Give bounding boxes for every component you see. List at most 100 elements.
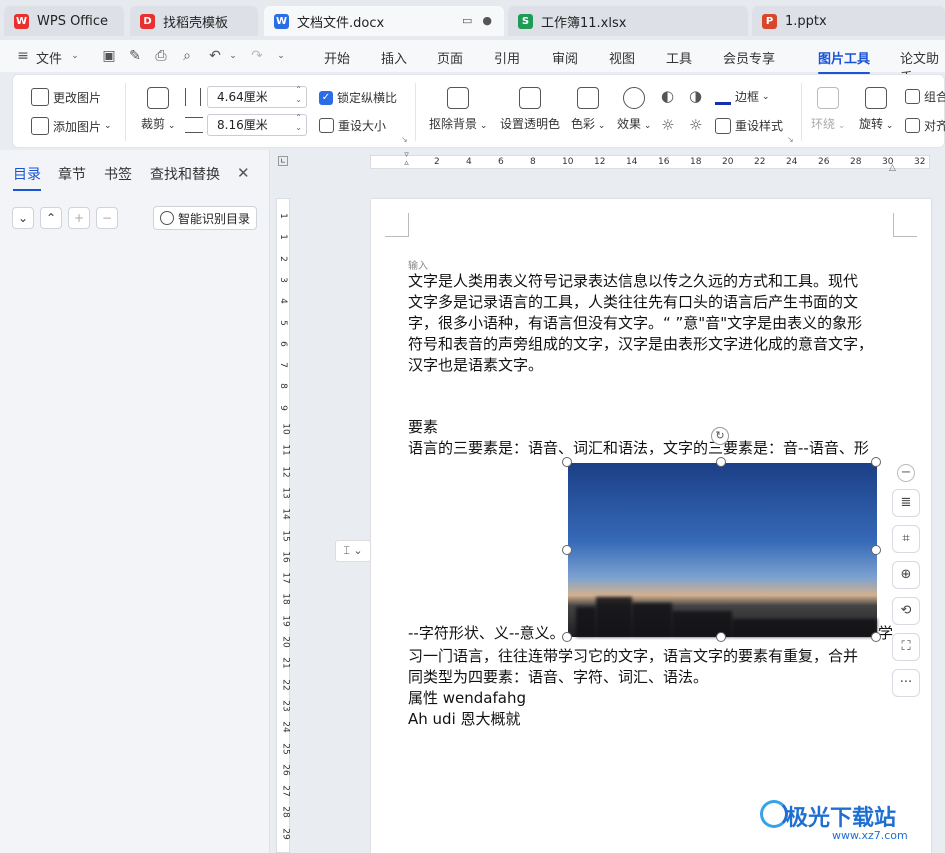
tab-docer[interactable]: D 找稻壳模板 xyxy=(130,6,258,36)
contrast-icon[interactable]: ◑ xyxy=(689,87,702,105)
menu-home[interactable]: 开始 xyxy=(324,48,350,67)
right-indent-marker-icon[interactable]: △ xyxy=(889,163,896,173)
document-page[interactable]: 输入 文字是人类用表义符号记录表达信息以传之久远的方式和工具。现代 文字多是记录… xyxy=(371,199,931,853)
more-dropdown-icon[interactable]: ⌄ xyxy=(272,47,290,65)
smart-toc-button[interactable]: 智能识别目录 xyxy=(153,206,257,230)
spreadsheet-icon: S xyxy=(518,13,533,29)
menu-insert[interactable]: 插入 xyxy=(381,48,407,67)
close-icon[interactable]: ✕ xyxy=(237,164,250,182)
undo-icon[interactable]: ↶ xyxy=(206,47,224,65)
tab-sections[interactable]: 章节 xyxy=(58,164,86,184)
save-icon[interactable]: ▣ xyxy=(100,47,118,65)
fit-icon[interactable]: ⛶ xyxy=(892,633,920,661)
format-painter-icon[interactable]: ✎ xyxy=(126,47,144,65)
unsaved-dot-icon[interactable]: ● xyxy=(482,14,492,27)
body-line[interactable]: 汉字也是语素文字。 xyxy=(408,355,543,376)
attribute-line[interactable]: 属性 wendafahg xyxy=(408,688,526,709)
more-icon[interactable]: ··· xyxy=(892,669,920,697)
tab-pptx[interactable]: P 1.pptx xyxy=(752,6,945,36)
body-line[interactable]: 符号和表音的声旁组成的文字，汉字是由表形文字进化成的意音文字， xyxy=(408,334,873,355)
resize-handle[interactable] xyxy=(716,457,726,467)
change-picture-button[interactable]: 更改图片 xyxy=(31,88,101,106)
set-transparent-color-button[interactable]: 设置透明色 xyxy=(500,87,560,132)
ruler-tick: 26 xyxy=(280,764,291,776)
tab-find-replace[interactable]: 查找和替换 xyxy=(150,164,220,184)
border-button[interactable]: 边框 ⌄ xyxy=(715,88,770,105)
dialog-launcher-icon[interactable]: ↘ xyxy=(401,135,408,144)
resize-handle[interactable] xyxy=(871,457,881,467)
body-line[interactable]: 同类型为四要素：语音、字符、词汇、语法。 xyxy=(408,667,708,688)
crop-icon[interactable]: ⌗ xyxy=(892,525,920,553)
menu-review[interactable]: 审阅 xyxy=(552,48,578,67)
brightness-up-icon[interactable]: ◐ xyxy=(661,87,674,105)
resize-handle[interactable] xyxy=(562,632,572,642)
horizontal-ruler[interactable]: 2 4 6 8 10 12 14 16 18 20 22 24 26 28 30 32 xyxy=(370,155,930,169)
dialog-launcher-icon[interactable]: ↘ xyxy=(787,135,794,144)
rotate-button[interactable]: 旋转 ⌄ xyxy=(859,87,893,132)
section-heading[interactable]: 要素 xyxy=(408,417,438,438)
picture-tools-ribbon: 更改图片 添加图片⌄ 裁剪 ⌄ 4.64厘米 8.16厘米 ✓锁定纵横比 重设大… xyxy=(12,74,945,148)
remove-icon[interactable]: − xyxy=(96,207,118,229)
align-button[interactable]: 对齐 xyxy=(905,117,945,134)
body-line[interactable]: 习一门语言，往往连带学习它的文字，语言文字的要素有重复，合并 xyxy=(408,646,858,667)
resize-handle[interactable] xyxy=(871,545,881,555)
layout-options-icon[interactable]: ≣ xyxy=(892,489,920,517)
height-input[interactable]: 4.64厘米 xyxy=(207,85,307,108)
menu-file[interactable]: 文件 xyxy=(36,48,62,67)
tab-stop-selector-icon[interactable]: ∟ xyxy=(278,156,288,166)
print-icon[interactable]: ⎙ xyxy=(152,47,170,65)
body-line[interactable]: 文字多是记录语言的工具，人类往往先有口头的语言后产生书面的文 xyxy=(408,292,858,313)
print-preview-icon[interactable]: ⌕ xyxy=(178,47,196,65)
crop-button[interactable]: 裁剪 ⌄ xyxy=(141,87,175,132)
menu-picture-tools[interactable]: 图片工具 xyxy=(818,48,871,74)
body-line[interactable]: 文字是人类用表义符号记录表达信息以传之久远的方式和工具。现代 xyxy=(408,271,858,292)
vertical-ruler[interactable]: 1 1 2 3 4 5 6 7 8 9 10 11 12 13 14 15 16 17 18 19 20 21 22 23 24… xyxy=(276,198,291,853)
menu-member[interactable]: 会员专享 xyxy=(723,48,775,67)
picture-anchor-icon[interactable]: ⌶ ⌄ xyxy=(335,540,371,562)
ruler-tick: 5 xyxy=(277,319,288,326)
resize-handle[interactable] xyxy=(871,632,881,642)
reset-style-button[interactable]: 重设样式 xyxy=(715,117,783,134)
add-picture-button[interactable]: 添加图片 ⌄ xyxy=(31,117,112,135)
collapse-toolbar-icon[interactable]: − xyxy=(897,464,915,482)
wrap-button[interactable]: 环绕 ⌄ xyxy=(811,87,845,132)
window-icon[interactable]: ▭ xyxy=(462,14,472,27)
resize-handle[interactable] xyxy=(562,545,572,555)
indent-marker-icon[interactable]: ▿ ▵ xyxy=(402,151,411,175)
rotate-icon[interactable]: ⟲ xyxy=(892,597,920,625)
tab-document-docx[interactable]: W 文档文件.docx ▭ ● xyxy=(264,6,504,36)
effect-button[interactable]: 效果 ⌄ xyxy=(617,87,651,132)
redo-icon[interactable]: ↷ xyxy=(248,47,266,65)
menu-page[interactable]: 页面 xyxy=(437,48,463,67)
width-input[interactable]: 8.16厘米 xyxy=(207,113,307,136)
tab-wps-office[interactable]: W WPS Office xyxy=(4,6,124,36)
reset-size-button[interactable]: 重设大小 xyxy=(319,117,386,134)
remove-background-button[interactable]: 抠除背景 ⌄ xyxy=(429,87,487,132)
menu-view[interactable]: 视图 xyxy=(609,48,635,67)
add-icon[interactable]: + xyxy=(68,207,90,229)
body-line[interactable]: 语言的三要素是：语音、词汇和语法，文字的三要素是：音--语音、形 xyxy=(408,438,869,459)
contrast-down-icon[interactable]: ☼ xyxy=(689,116,702,134)
body-line[interactable]: 字，很多小语种，有语言但没有文字。“ ”意"音"文字是由表义的象形 xyxy=(408,313,862,334)
rotate-handle-icon[interactable]: ↻ xyxy=(711,427,729,445)
zoom-in-icon[interactable]: ⊕ xyxy=(892,561,920,589)
chevron-down-icon[interactable]: ⌄ xyxy=(66,47,84,65)
tab-workbook-xlsx[interactable]: S 工作簿11.xlsx xyxy=(508,6,748,36)
resize-handle[interactable] xyxy=(562,457,572,467)
expand-up-icon[interactable]: ⌃ xyxy=(40,207,62,229)
collapse-down-icon[interactable]: ⌄ xyxy=(12,207,34,229)
undo-dropdown-icon[interactable]: ⌄ xyxy=(224,47,242,65)
brightness-down-icon[interactable]: ☼ xyxy=(661,116,674,134)
resize-handle[interactable] xyxy=(716,632,726,642)
tab-bookmarks[interactable]: 书签 xyxy=(104,164,132,184)
color-button[interactable]: 色彩 ⌄ xyxy=(571,87,605,132)
lock-ratio-checkbox[interactable]: ✓ 锁定纵横比 xyxy=(319,89,397,106)
tab-toc[interactable]: 目录 xyxy=(13,164,41,191)
hamburger-icon[interactable]: ≡ xyxy=(14,47,32,65)
menu-tools[interactable]: 工具 xyxy=(666,48,692,67)
body-line[interactable]: --字符形状、义--意义。 xyxy=(408,623,565,644)
body-line[interactable]: Ah udi 恩大概就 xyxy=(408,709,521,730)
menu-reference[interactable]: 引用 xyxy=(494,48,520,67)
group-button[interactable]: 组合 xyxy=(905,88,945,105)
selected-picture[interactable] xyxy=(568,463,877,637)
